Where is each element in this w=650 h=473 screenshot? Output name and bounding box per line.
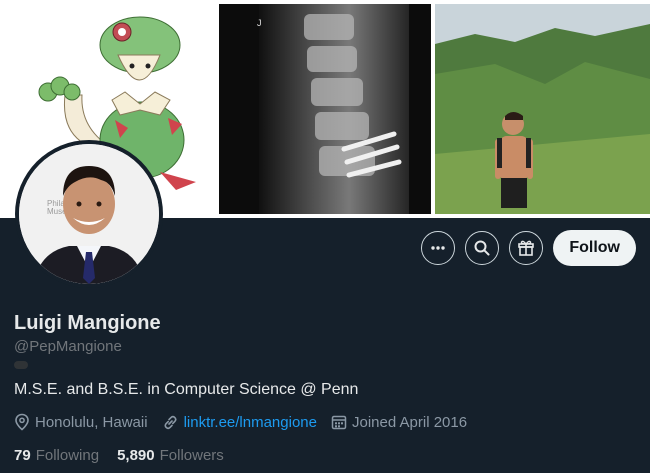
follow-button[interactable]: Follow <box>553 230 636 266</box>
location-pin-icon <box>15 413 29 431</box>
followers-stat[interactable]: 5,890 Followers <box>117 447 224 464</box>
follows-you-placeholder <box>14 361 28 369</box>
followers-label: Followers <box>159 447 224 464</box>
svg-text:J: J <box>257 18 262 28</box>
spine-xray: J <box>219 4 431 214</box>
followers-count: 5,890 <box>117 447 155 464</box>
location-text: Honolulu, Hawaii <box>35 413 148 431</box>
more-horizontal-icon <box>431 246 446 250</box>
profile-name: Luigi Mangione <box>14 312 161 334</box>
avatar-portrait: Philad Muse <box>19 144 159 284</box>
profile-bio: M.S.E. and B.S.E. in Computer Science @ … <box>14 381 359 398</box>
more-button[interactable] <box>421 231 456 265</box>
profile-actions: Follow <box>421 230 636 266</box>
profile-link[interactable]: linktr.ee/lnmangione <box>184 414 317 431</box>
joined-text: Joined April 2016 <box>351 413 468 431</box>
search-icon <box>474 240 490 256</box>
joined-item: Joined April 2016 <box>331 414 467 431</box>
link-item[interactable]: linktr.ee/lnmangione <box>162 414 317 431</box>
banner-image-hike[interactable] <box>435 4 650 214</box>
link-icon <box>164 415 177 429</box>
avatar-photo: Philad Muse <box>19 144 159 284</box>
calendar-icon <box>331 415 347 430</box>
following-count: 79 <box>14 447 31 464</box>
profile-meta: Honolulu, Hawaii linktr.ee/lnmangione Jo… <box>14 413 481 431</box>
gift-button[interactable] <box>509 231 544 265</box>
profile-handle: @PepMangione <box>14 338 122 355</box>
gift-icon <box>518 240 535 256</box>
profile-stats: 79 Following 5,890 Followers <box>14 447 242 464</box>
banner-image-xray[interactable]: J <box>219 4 431 214</box>
following-label: Following <box>35 447 100 464</box>
search-button[interactable] <box>465 231 500 265</box>
mountain-hike-photo <box>435 4 650 214</box>
profile-avatar[interactable]: Philad Muse <box>15 140 163 288</box>
location-item: Honolulu, Hawaii <box>14 413 148 431</box>
following-stat[interactable]: 79 Following <box>14 447 99 464</box>
